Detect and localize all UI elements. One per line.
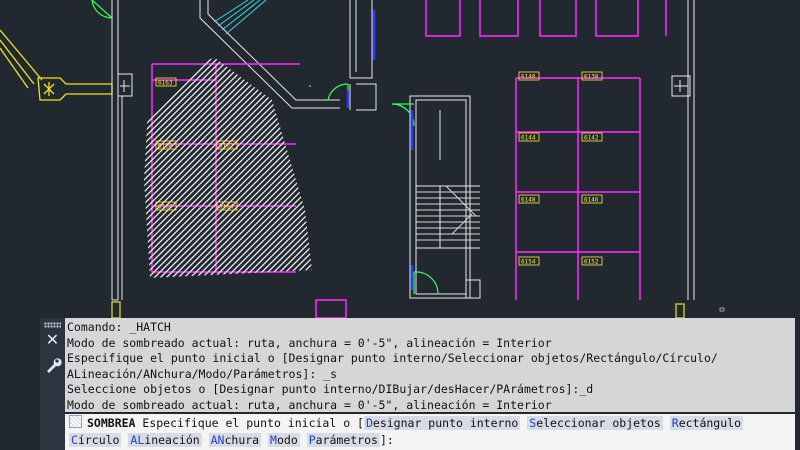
room-tag: 6154 bbox=[518, 256, 540, 266]
prompt-suffix: ]: bbox=[379, 433, 394, 447]
room-tag: 6140 bbox=[518, 71, 540, 81]
hatch-icon bbox=[69, 415, 82, 428]
door-swings bbox=[91, 0, 439, 295]
room-tag: 6138 bbox=[581, 71, 603, 81]
option-designar-punto-interno[interactable]: Designar punto interno bbox=[363, 416, 521, 430]
command-input[interactable]: SOMBREA Especifique el punto inicial o [… bbox=[65, 414, 795, 450]
interior-walls bbox=[151, 0, 667, 318]
history-line: ALineación/ANchura/Modo/Parámetros]: _s bbox=[67, 366, 338, 381]
cyan-lines bbox=[213, 0, 267, 35]
history-line: Seleccione objetos o [Designar punto int… bbox=[67, 382, 594, 397]
option-alineacion[interactable]: ALineación bbox=[128, 433, 202, 447]
svg-text:6140: 6140 bbox=[521, 74, 536, 81]
command-line-panel: ✕ Comando: _HATCH Modo de sombreado actu… bbox=[0, 318, 800, 450]
svg-text:6138: 6138 bbox=[584, 74, 599, 81]
svg-text:6169: 6169 bbox=[158, 204, 173, 211]
option-modo[interactable]: Modo bbox=[268, 433, 300, 447]
room-tag: 6152 bbox=[581, 256, 603, 266]
svg-text:6146: 6146 bbox=[584, 197, 599, 204]
option-seleccionar-objetos[interactable]: Seleccionar objetos bbox=[527, 416, 663, 430]
svg-text:6152: 6152 bbox=[584, 259, 599, 266]
room-tag: 6162 bbox=[216, 140, 238, 150]
column-markers bbox=[111, 301, 685, 318]
svg-text:6168: 6168 bbox=[158, 143, 173, 150]
room-tag: 6146 bbox=[581, 194, 603, 204]
option-circulo[interactable]: Círculo bbox=[69, 433, 122, 447]
option-rectangulo[interactable]: Rectángulo bbox=[669, 416, 743, 430]
history-line: Comando: _HATCH bbox=[67, 320, 171, 334]
command-line-handle[interactable]: ✕ bbox=[40, 318, 65, 450]
walls bbox=[111, 0, 695, 301]
svg-text:6164: 6164 bbox=[219, 204, 234, 211]
svg-text:6163: 6163 bbox=[158, 80, 173, 87]
svg-text:6144: 6144 bbox=[521, 135, 536, 142]
grip-icon[interactable] bbox=[44, 322, 61, 328]
room-tag: 6144 bbox=[518, 132, 540, 142]
history-line: Especifique el punto inicial o [Designar… bbox=[67, 351, 718, 366]
drawing-canvas[interactable]: 6163 6168 6162 6169 6164 6140 6138 6144 6142 6148… bbox=[0, 0, 800, 318]
option-anchura[interactable]: ANchura bbox=[208, 433, 262, 447]
door-frames bbox=[346, 10, 414, 290]
svg-text:6154: 6154 bbox=[521, 259, 536, 266]
close-icon[interactable]: ✕ bbox=[43, 330, 62, 349]
prompt-text: Especifique el punto inicial o [ bbox=[142, 416, 364, 430]
history-line: Modo de sombreado actual: ruta, anchura … bbox=[67, 335, 552, 350]
ucs-marker bbox=[719, 307, 725, 312]
svg-text:6142: 6142 bbox=[584, 135, 599, 142]
hatch-pattern bbox=[144, 58, 312, 278]
command-history: Comando: _HATCH Modo de sombreado actual… bbox=[65, 318, 795, 412]
option-parametros[interactable]: Parámetros bbox=[306, 433, 380, 447]
svg-text:6148: 6148 bbox=[521, 197, 536, 204]
history-line: Modo de sombreado actual: ruta, anchura … bbox=[67, 397, 552, 412]
svg-text:6162: 6162 bbox=[219, 143, 234, 150]
active-command: SOMBREA bbox=[87, 416, 136, 430]
dot-marker bbox=[309, 85, 311, 87]
yellow-duct-lines bbox=[0, 29, 113, 101]
wrench-icon[interactable] bbox=[43, 356, 62, 375]
room-tag: 6148 bbox=[518, 194, 540, 204]
room-tag: 6142 bbox=[581, 132, 603, 142]
